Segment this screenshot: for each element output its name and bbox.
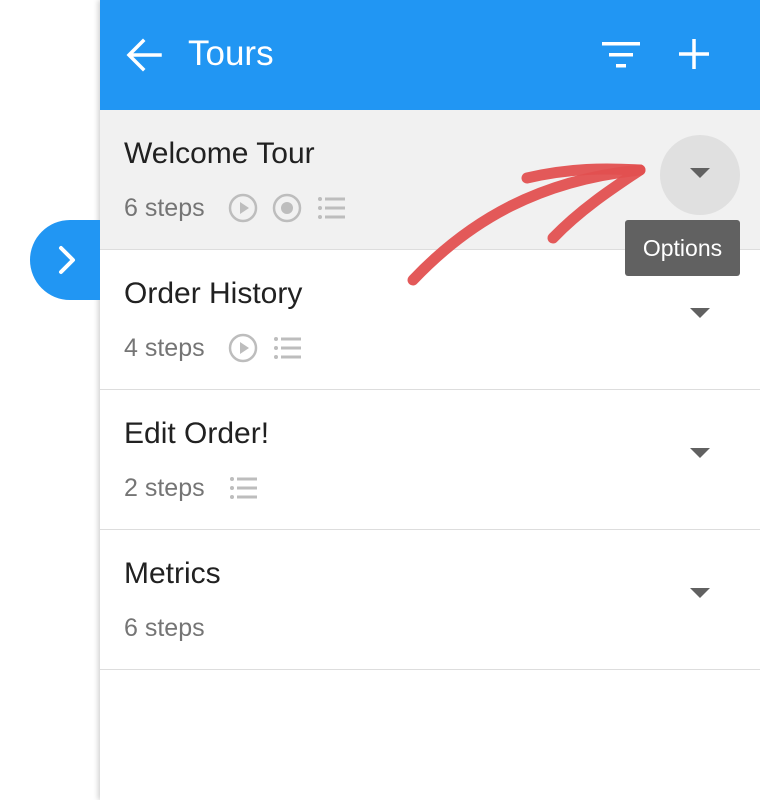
tour-meta: 6 steps [124,610,227,646]
chevron-down-icon [690,448,710,458]
tour-row[interactable]: Edit Order! 2 steps [100,390,760,530]
plus-icon [679,39,709,69]
tour-steps: 2 steps [124,473,205,502]
tour-name: Metrics [124,557,221,590]
options-tooltip: Options [625,220,740,276]
app-header: Tours [100,0,760,110]
tour-meta: 6 steps [124,190,359,226]
tour-name: Edit Order! [124,417,270,450]
sidebar-toggle-tab[interactable] [30,220,100,300]
tour-steps: 6 steps [124,613,205,642]
tours-panel: Tours Welcome Tour 6 steps Order History… [100,0,760,800]
list-icon[interactable] [315,192,347,224]
options-button[interactable] [660,555,740,635]
options-button[interactable] [660,275,740,355]
tour-meta: 2 steps [124,470,271,506]
record-icon[interactable] [271,192,303,224]
filter-button[interactable] [600,36,644,76]
filter-icon [602,42,640,68]
page-title: Tours [188,34,274,73]
options-button[interactable] [660,135,740,215]
tour-name: Welcome Tour [124,137,315,170]
tour-meta: 4 steps [124,330,315,366]
play-circle-icon[interactable] [227,332,259,364]
list-icon[interactable] [227,472,259,504]
tour-steps: 6 steps [124,193,205,222]
tour-list: Welcome Tour 6 steps Order History 4 ste… [100,110,760,670]
options-button[interactable] [660,415,740,495]
arrow-left-icon [126,38,162,72]
list-icon[interactable] [271,332,303,364]
tour-steps: 4 steps [124,333,205,362]
back-button[interactable] [124,35,164,75]
chevron-down-icon [690,308,710,318]
chevron-right-icon [59,246,75,274]
chevron-down-icon [690,168,710,178]
chevron-down-icon [690,588,710,598]
stage: Tours Welcome Tour 6 steps Order History… [0,0,760,800]
tour-row[interactable]: Metrics 6 steps [100,530,760,670]
tour-name: Order History [124,277,303,310]
add-tour-button[interactable] [676,36,712,72]
play-circle-icon[interactable] [227,192,259,224]
